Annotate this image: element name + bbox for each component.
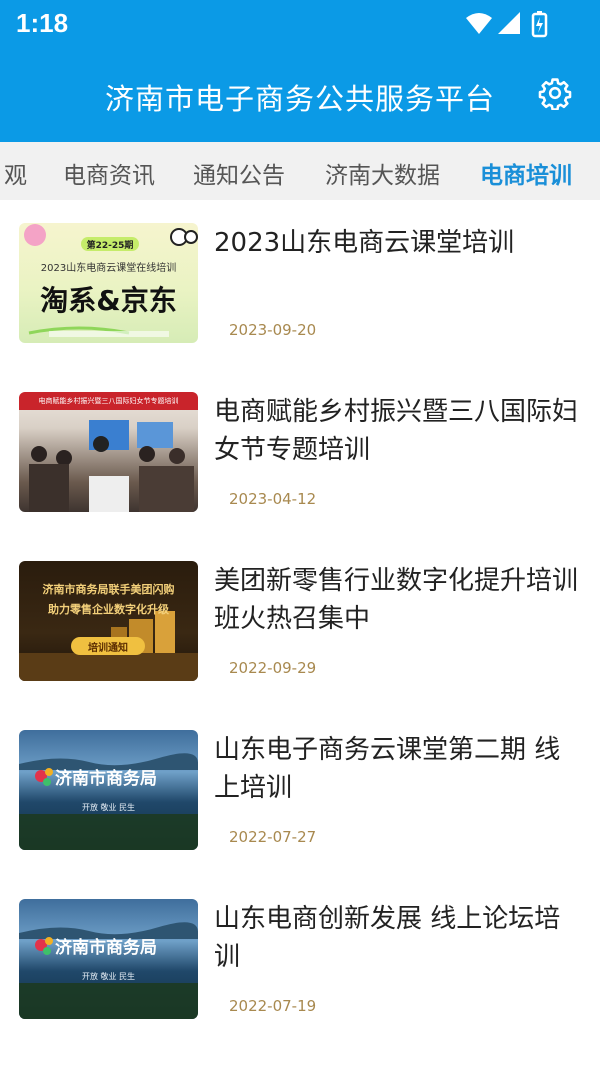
article-title: 2023山东电商云课堂培训: [214, 228, 515, 258]
article-date: 2023-09-20: [229, 321, 317, 339]
thumbnail-badge: 第22-25期: [86, 241, 134, 251]
thumbnail-decor: [19, 611, 198, 681]
article-date: 2022-09-29: [229, 659, 317, 677]
article-date: 2023-04-12: [229, 490, 317, 508]
article-date: 2022-07-27: [229, 828, 317, 846]
article-title: 山东电子商务云课堂第二期 线上培训: [214, 735, 561, 803]
battery-icon: [531, 11, 548, 38]
list-item[interactable]: 第22-25期 2023山东电商云课堂在线培训 淘系&京东 2023山东电商云课…: [0, 200, 600, 369]
thumbnail-image: 济南市商务局 开放 敬业 民生: [19, 899, 198, 1019]
thumbnail-headline: 淘系&京东: [40, 284, 177, 317]
app-bar: 济南市电子商务公共服务平台: [0, 48, 600, 142]
article-title: 山东电商创新发展 线上论坛培训: [214, 904, 561, 972]
thumbnail-sub: 开放 敬业 民生: [81, 972, 136, 981]
status-time: 1:18: [16, 8, 69, 38]
thumbnail-image: 电商赋能乡村振兴暨三八国际妇女节专题培训: [19, 392, 198, 512]
tab-notices[interactable]: 通知公告: [193, 156, 285, 190]
thumbnail-decor: [19, 753, 198, 850]
thumbnail-button: 培训通知: [88, 643, 128, 654]
thumbnail-sub: 开放 敬业 民生: [81, 803, 136, 812]
thumbnail-decor: [29, 420, 194, 512]
thumbnail-image: 第22-25期 2023山东电商云课堂在线培训 淘系&京东: [19, 223, 198, 343]
tab-training[interactable]: 电商培训: [480, 156, 572, 190]
list-item[interactable]: 济南市商务局 开放 敬业 民生 山东电商创新发展 线上论坛培训 2022-07-…: [0, 876, 600, 1045]
thumbnail-decor: [19, 922, 198, 1019]
category-tabs: 观 电商资讯 通知公告 济南大数据 电商培训: [0, 142, 600, 200]
settings-gear-icon[interactable]: [538, 76, 572, 110]
tab-news[interactable]: 电商资讯: [63, 156, 155, 190]
app-title: 济南市电子商务公共服务平台: [104, 82, 495, 116]
article-title: 电商赋能乡村振兴暨三八国际妇女节专题培训: [214, 397, 579, 465]
thumbnail-image: 济南市商务局 开放 敬业 民生: [19, 730, 198, 850]
thumbnail-org: 济南市商务局: [55, 769, 157, 789]
thumbnail-image: 济南市商务局联手美团闪购 助力零售企业数字化升级 培训通知: [19, 561, 198, 681]
thumbnail-caption: 2023山东电商云课堂在线培训: [40, 263, 177, 274]
thumbnail-org: 济南市商务局: [55, 938, 157, 958]
signal-icon: [498, 12, 520, 34]
thumbnail-line1: 济南市商务局联手美团闪购: [42, 583, 175, 596]
thumbnail-line2: 助力零售企业数字化升级: [48, 603, 169, 616]
status-bar: 1:18: [0, 0, 600, 48]
list-item[interactable]: 济南市商务局联手美团闪购 助力零售企业数字化升级 培训通知 美团新零售行业数字化…: [0, 538, 600, 707]
list-item[interactable]: 电商赋能乡村振兴暨三八国际妇女节专题培训 电商赋能乡村振兴暨三八国际妇女节专题培…: [0, 369, 600, 538]
article-title: 美团新零售行业数字化提升培训班火热召集中: [214, 566, 579, 634]
tab-partial[interactable]: 观: [4, 156, 27, 190]
status-icons: [466, 11, 548, 38]
wifi-icon: [466, 13, 492, 34]
list-item[interactable]: 济南市商务局 开放 敬业 民生 山东电子商务云课堂第二期 线上培训 2022-0…: [0, 707, 600, 876]
tab-big-data[interactable]: 济南大数据: [325, 156, 440, 190]
article-date: 2022-07-19: [229, 997, 317, 1015]
